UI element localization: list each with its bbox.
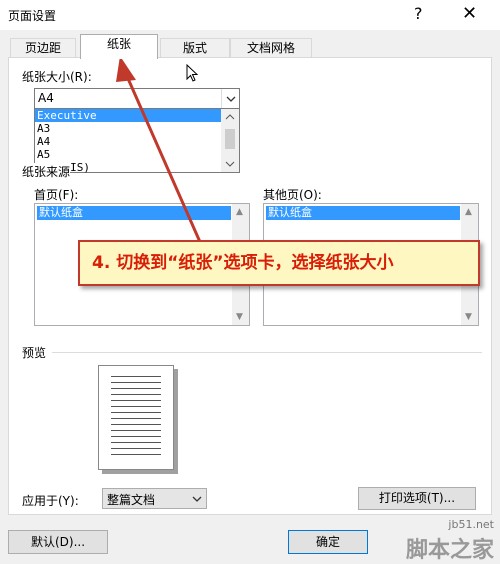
watermark-brand: 脚本之家 bbox=[405, 538, 494, 563]
tab-paper[interactable]: 纸张 bbox=[80, 34, 158, 59]
site-watermark: jb51.net 脚本之家 bbox=[404, 518, 500, 563]
watermark-site: jb51.net bbox=[448, 518, 494, 531]
annotation-callout: 4. 切换到“纸张”选项卡，选择纸张大小 bbox=[78, 240, 480, 286]
